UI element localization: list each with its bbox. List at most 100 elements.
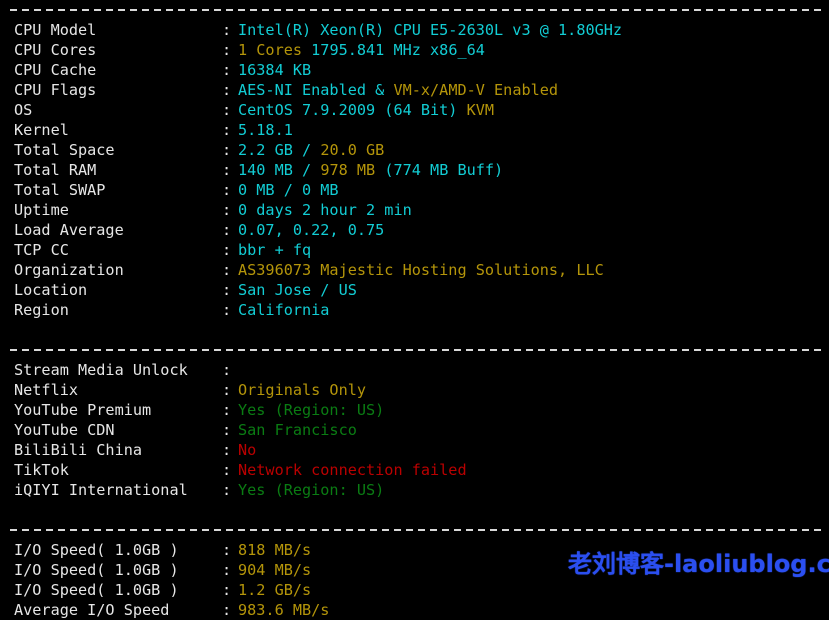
row-value: California — [238, 301, 329, 319]
row-value-part: KVM — [467, 101, 494, 119]
row-value: 2.2 GB / 20.0 GB — [238, 141, 384, 159]
row-value-part: 20.0 GB — [320, 141, 384, 159]
row-value: Yes (Region: US) — [238, 401, 384, 419]
section-divider-0 — [0, 0, 829, 20]
row-label: Organization — [14, 260, 222, 280]
row-separator: : — [222, 260, 238, 280]
row-value-part: / — [302, 161, 320, 179]
terminal-row: CPU Cache:16384 KB — [0, 60, 829, 80]
row-value: 5.18.1 — [238, 121, 293, 139]
terminal-content: CPU Model:Intel(R) Xeon(R) CPU E5-2630L … — [0, 0, 829, 620]
row-value-part: Intel(R) Xeon(R) CPU E5-2630L v3 @ 1.80G… — [238, 21, 622, 39]
row-separator: : — [222, 140, 238, 160]
row-separator: : — [222, 60, 238, 80]
row-value: Intel(R) Xeon(R) CPU E5-2630L v3 @ 1.80G… — [238, 21, 622, 39]
row-value: No — [238, 441, 256, 459]
row-label: Region — [14, 300, 222, 320]
terminal-row: Total RAM:140 MB / 978 MB (774 MB Buff) — [0, 160, 829, 180]
row-separator: : — [222, 360, 238, 380]
row-separator: : — [222, 560, 238, 580]
row-value: Network connection failed — [238, 461, 467, 479]
row-separator: : — [222, 240, 238, 260]
row-value: 0 MB / 0 MB — [238, 181, 339, 199]
row-value: bbr + fq — [238, 241, 311, 259]
row-separator: : — [222, 300, 238, 320]
row-value-part: 140 MB — [238, 161, 302, 179]
terminal-row: Average I/O Speed:983.6 MB/s — [0, 600, 829, 620]
terminal-row: Uptime:0 days 2 hour 2 min — [0, 200, 829, 220]
row-label: Stream Media Unlock — [14, 360, 222, 380]
row-value-part: 0.07, 0.22, 0.75 — [238, 221, 384, 239]
row-value-part: AES-NI Enabled — [238, 81, 366, 99]
row-label: BiliBili China — [14, 440, 222, 460]
terminal-row: Stream Media Unlock: — [0, 360, 829, 380]
row-value-part: 983.6 MB/s — [238, 601, 329, 619]
row-label: YouTube Premium — [14, 400, 222, 420]
row-value: CentOS 7.9.2009 (64 Bit) KVM — [238, 101, 494, 119]
row-value-part: AS396073 Majestic Hosting Solutions, LLC — [238, 261, 604, 279]
row-separator: : — [222, 600, 238, 620]
row-value: San Jose / US — [238, 281, 357, 299]
terminal-output: CPU Model:Intel(R) Xeon(R) CPU E5-2630L … — [0, 0, 829, 595]
row-value-part: Network connection failed — [238, 461, 467, 479]
row-separator: : — [222, 460, 238, 480]
terminal-row: Kernel:5.18.1 — [0, 120, 829, 140]
row-label: I/O Speed( 1.0GB ) — [14, 560, 222, 580]
terminal-row: YouTube CDN:San Francisco — [0, 420, 829, 440]
blank-line — [0, 500, 829, 520]
row-label: I/O Speed( 1.0GB ) — [14, 540, 222, 560]
section-divider-1 — [0, 340, 829, 360]
row-value-part: 16384 KB — [238, 61, 311, 79]
row-separator: : — [222, 120, 238, 140]
row-label: OS — [14, 100, 222, 120]
row-separator: : — [222, 160, 238, 180]
row-value-part: Yes (Region: US) — [238, 401, 384, 419]
row-label: iQIYI International — [14, 480, 222, 500]
row-value-part: 818 MB/s — [238, 541, 311, 559]
row-value-part: 1 Cores — [238, 41, 302, 59]
row-value: 16384 KB — [238, 61, 311, 79]
row-value: Originals Only — [238, 381, 366, 399]
terminal-row: Region:California — [0, 300, 829, 320]
row-separator: : — [222, 80, 238, 100]
terminal-row: YouTube Premium:Yes (Region: US) — [0, 400, 829, 420]
terminal-row: Load Average:0.07, 0.22, 0.75 — [0, 220, 829, 240]
row-separator: : — [222, 220, 238, 240]
row-value-part: bbr + fq — [238, 241, 311, 259]
row-value-part: 0 days 2 hour 2 min — [238, 201, 412, 219]
row-value: Yes (Region: US) — [238, 481, 384, 499]
row-label: CPU Flags — [14, 80, 222, 100]
row-value: San Francisco — [238, 421, 357, 439]
row-label: Total RAM — [14, 160, 222, 180]
row-value-part: San Jose / US — [238, 281, 357, 299]
row-value-part: 0 MB / 0 MB — [238, 181, 339, 199]
terminal-row: Organization:AS396073 Majestic Hosting S… — [0, 260, 829, 280]
terminal-row: CPU Model:Intel(R) Xeon(R) CPU E5-2630L … — [0, 20, 829, 40]
row-label: Kernel — [14, 120, 222, 140]
row-separator: : — [222, 540, 238, 560]
terminal-row: CPU Flags:AES-NI Enabled & VM-x/AMD-V En… — [0, 80, 829, 100]
row-value-part: San Francisco — [238, 421, 357, 439]
row-label: Load Average — [14, 220, 222, 240]
row-value-part: 2.2 GB — [238, 141, 302, 159]
row-value-part: CentOS 7.9.2009 (64 Bit) — [238, 101, 467, 119]
terminal-row: OS:CentOS 7.9.2009 (64 Bit) KVM — [0, 100, 829, 120]
row-separator: : — [222, 440, 238, 460]
terminal-row: BiliBili China:No — [0, 440, 829, 460]
terminal-row: iQIYI International:Yes (Region: US) — [0, 480, 829, 500]
row-value: 0 days 2 hour 2 min — [238, 201, 412, 219]
row-value: 818 MB/s — [238, 541, 311, 559]
row-value: 140 MB / 978 MB (774 MB Buff) — [238, 161, 503, 179]
section-divider-2 — [0, 520, 829, 540]
row-value-part: VM-x/AMD-V Enabled — [393, 81, 558, 99]
row-label: TCP CC — [14, 240, 222, 260]
row-separator: : — [222, 420, 238, 440]
row-label: I/O Speed( 1.0GB ) — [14, 580, 222, 600]
row-value-part: / — [302, 141, 320, 159]
row-value-part: Yes (Region: US) — [238, 481, 384, 499]
row-value-part: (774 MB Buff) — [384, 161, 503, 179]
row-value: AES-NI Enabled & VM-x/AMD-V Enabled — [238, 81, 558, 99]
row-value-part: 978 MB — [320, 161, 384, 179]
row-label: CPU Cores — [14, 40, 222, 60]
row-label: YouTube CDN — [14, 420, 222, 440]
